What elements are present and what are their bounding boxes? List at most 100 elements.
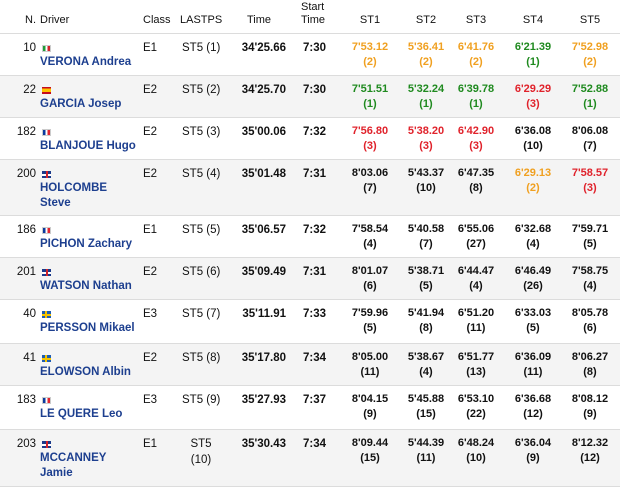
st3-position: (8) xyxy=(469,182,483,194)
start-time: 7:31 xyxy=(303,266,327,278)
car-number: 186 xyxy=(16,224,36,236)
car-number: 183 xyxy=(16,394,36,406)
st3-time: 6'51.77 xyxy=(457,351,495,363)
st3-position: (27) xyxy=(466,238,486,250)
st5-time: 7'59.71 xyxy=(571,223,609,235)
lastps-value: ST5 (8) xyxy=(182,352,221,364)
start-time: 7:37 xyxy=(303,394,327,406)
st5-time: 7'58.57 xyxy=(571,167,609,179)
header-time[interactable]: Time xyxy=(247,12,271,28)
start-time: 7:30 xyxy=(303,84,327,96)
st5-position: (2) xyxy=(583,56,597,68)
st1-position: (7) xyxy=(363,182,377,194)
table-row[interactable]: 200 HOLCOMBE Steve E2 ST5 (4) 35'01.48 7:31 8'0… xyxy=(0,160,620,216)
total-time: 35'00.06 xyxy=(241,126,286,138)
header-st3[interactable]: ST3 xyxy=(450,12,502,28)
st3-position: (11) xyxy=(466,322,486,334)
st4-position: (5) xyxy=(526,322,540,334)
header-st5[interactable]: ST5 xyxy=(564,12,616,28)
car-number: 203 xyxy=(16,438,36,450)
total-time: 35'09.49 xyxy=(241,266,286,278)
header-n[interactable]: N. xyxy=(10,12,36,28)
st5-time: 7'52.98 xyxy=(571,41,609,53)
driver-name: PERSSON Mikael xyxy=(40,322,135,334)
st2-time: 5'38.71 xyxy=(407,265,445,277)
st2-position: (7) xyxy=(419,238,433,250)
st2-position: (1) xyxy=(419,98,433,110)
st2-position: (5) xyxy=(419,280,433,292)
st1-position: (4) xyxy=(363,238,377,250)
st1-time: 8'03.06 xyxy=(351,167,389,179)
st5-time: 7'52.88 xyxy=(571,83,609,95)
country-flag-icon xyxy=(42,269,51,276)
table-row[interactable]: 10 VERONA Andrea E1 ST5 (1) 34'25.66 7:30 7'53… xyxy=(0,34,620,76)
st4-position: (2) xyxy=(526,182,540,194)
st1-time: 7'58.54 xyxy=(351,223,389,235)
class-value: E1 xyxy=(143,224,158,236)
st4-position: (12) xyxy=(523,408,543,420)
st1-position: (3) xyxy=(363,140,377,152)
st5-time: 8'06.08 xyxy=(571,125,609,137)
lastps-value: ST5 (6) xyxy=(182,266,221,278)
country-flag-icon xyxy=(42,397,51,404)
driver-name: WATSON Nathan xyxy=(40,280,132,292)
country-flag-icon xyxy=(42,129,51,136)
header-st1[interactable]: ST1 xyxy=(344,12,396,28)
st3-position: (1) xyxy=(469,98,483,110)
table-row[interactable]: 40 PERSSON Mikael E3 ST5 (7) 35'11.91 7:33 7'5… xyxy=(0,300,620,344)
st3-time: 6'47.35 xyxy=(457,167,495,179)
lastps-value: ST5 (4) xyxy=(182,168,221,180)
country-flag-icon xyxy=(42,87,51,94)
driver-name-line2: Steve xyxy=(40,197,71,209)
st4-time: 6'36.09 xyxy=(514,351,552,363)
total-time: 34'25.66 xyxy=(241,42,286,54)
st3-time: 6'44.47 xyxy=(457,265,495,277)
header-st2[interactable]: ST2 xyxy=(400,12,452,28)
table-row[interactable]: 41 ELOWSON Albin E2 ST5 (8) 35'17.80 7:34 8'05… xyxy=(0,344,620,386)
car-number: 22 xyxy=(23,84,36,96)
header-class[interactable]: Class xyxy=(143,12,171,28)
class-value: E3 xyxy=(143,308,158,320)
st5-position: (5) xyxy=(583,238,597,250)
st2-time: 5'40.58 xyxy=(407,223,445,235)
st4-time: 6'36.08 xyxy=(514,125,552,137)
table-row[interactable]: 186 PICHON Zachary E1 ST5 (5) 35'06.57 7:32 7'… xyxy=(0,216,620,258)
lastps-value: ST5 (2) xyxy=(182,84,221,96)
st3-position: (10) xyxy=(466,452,486,464)
st5-position: (7) xyxy=(583,140,597,152)
total-time: 35'30.43 xyxy=(241,438,286,450)
table-header: N. Driver Class LASTPS Time Start Time S… xyxy=(0,0,620,34)
st5-position: (3) xyxy=(583,182,597,194)
header-driver[interactable]: Driver xyxy=(40,12,69,28)
st1-time: 8'04.15 xyxy=(351,393,389,405)
country-flag-icon xyxy=(42,171,51,178)
table-row[interactable]: 203 MCCANNEY Jamie E1 ST5 (10) 35'30.43 7:34 8'0… xyxy=(0,430,620,487)
start-time: 7:30 xyxy=(303,42,327,54)
st4-position: (1) xyxy=(526,56,540,68)
st5-position: (4) xyxy=(583,280,597,292)
header-lastps[interactable]: LASTPS xyxy=(180,12,222,28)
car-number: 40 xyxy=(23,308,36,320)
st2-position: (11) xyxy=(416,452,436,464)
car-number: 41 xyxy=(23,352,36,364)
st2-position: (4) xyxy=(419,366,433,378)
table-row[interactable]: 183 LE QUERE Leo E3 ST5 (9) 35'27.93 7:37 8'04… xyxy=(0,386,620,430)
table-row[interactable]: 201 WATSON Nathan E2 ST5 (6) 35'09.49 7:31 8'0… xyxy=(0,258,620,300)
st3-position: (4) xyxy=(469,280,483,292)
class-value: E3 xyxy=(143,394,158,406)
lastps-value-line2: (10) xyxy=(190,454,212,466)
table-row[interactable]: 182 BLANJOUE Hugo E2 ST5 (3) 35'00.06 7:32 7'5… xyxy=(0,118,620,160)
lastps-value: ST5 (7) xyxy=(182,308,221,320)
st4-time: 6'32.68 xyxy=(514,223,552,235)
header-start-time-2[interactable]: Time xyxy=(301,12,325,28)
header-st4[interactable]: ST4 xyxy=(507,12,559,28)
car-number: 182 xyxy=(16,126,36,138)
st5-position: (8) xyxy=(583,366,597,378)
st2-position: (3) xyxy=(419,140,433,152)
st2-time: 5'38.20 xyxy=(407,125,445,137)
total-time: 35'11.91 xyxy=(242,308,286,320)
st1-time: 7'59.96 xyxy=(351,307,389,319)
table-row[interactable]: 22 GARCIA Josep E2 ST5 (2) 34'25.70 7:30 7'51.… xyxy=(0,76,620,118)
car-number: 201 xyxy=(16,266,36,278)
driver-name: VERONA Andrea xyxy=(40,56,132,68)
